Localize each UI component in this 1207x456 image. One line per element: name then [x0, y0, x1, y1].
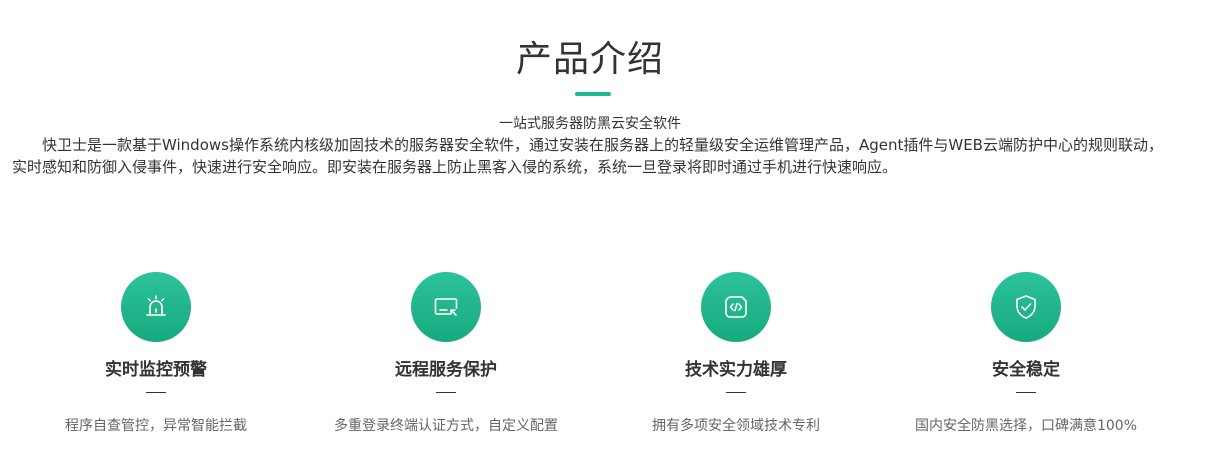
section-subtitle: 一站式服务器防黑云安全软件 — [499, 116, 681, 132]
feature-divider — [1016, 392, 1036, 393]
product-intro-text: 快卫士是一款基于Windows操作系统内核级加固技术的服务器安全软件，通过安装在… — [12, 136, 1163, 176]
feature-divider — [726, 392, 746, 393]
shield-check-icon — [1016, 295, 1036, 319]
feature-title: 实时监控预警 — [105, 360, 207, 380]
code-file-icon — [725, 296, 747, 318]
feature-realtime-monitoring: 实时监控预警 程序自查管控，异常智能拦截 — [11, 272, 301, 435]
feature-description: 拥有多项安全领域技术专利 — [652, 418, 820, 434]
alarm-icon — [146, 295, 166, 316]
feature-icon-badge — [991, 272, 1061, 342]
feature-remote-protection: 远程服务保护 多重登录终端认证方式，自定义配置 — [301, 272, 591, 435]
feature-description: 程序自查管控，异常智能拦截 — [65, 418, 247, 434]
feature-icon-badge — [411, 272, 481, 342]
section-title: 产品介绍 — [515, 39, 664, 80]
feature-divider — [146, 392, 166, 393]
feature-title: 技术实力雄厚 — [685, 360, 787, 380]
remote-screen-icon — [434, 298, 458, 316]
feature-title: 远程服务保护 — [395, 360, 497, 380]
feature-technical-strength: 技术实力雄厚 拥有多项安全领域技术专利 — [591, 272, 881, 435]
feature-divider — [436, 392, 456, 393]
title-underline — [575, 92, 611, 96]
feature-icon-badge — [701, 272, 771, 342]
features-row: 实时监控预警 程序自查管控，异常智能拦截 远程服务保护 多重登录终端认证方式，自… — [0, 272, 1207, 452]
feature-description: 多重登录终端认证方式，自定义配置 — [334, 418, 558, 434]
feature-description: 国内安全防黑选择，口碑满意100% — [914, 418, 1138, 434]
feature-title: 安全稳定 — [992, 360, 1060, 380]
feature-safe-stable: 安全稳定 国内安全防黑选择，口碑满意100% — [881, 272, 1171, 435]
feature-icon-badge — [121, 272, 191, 342]
